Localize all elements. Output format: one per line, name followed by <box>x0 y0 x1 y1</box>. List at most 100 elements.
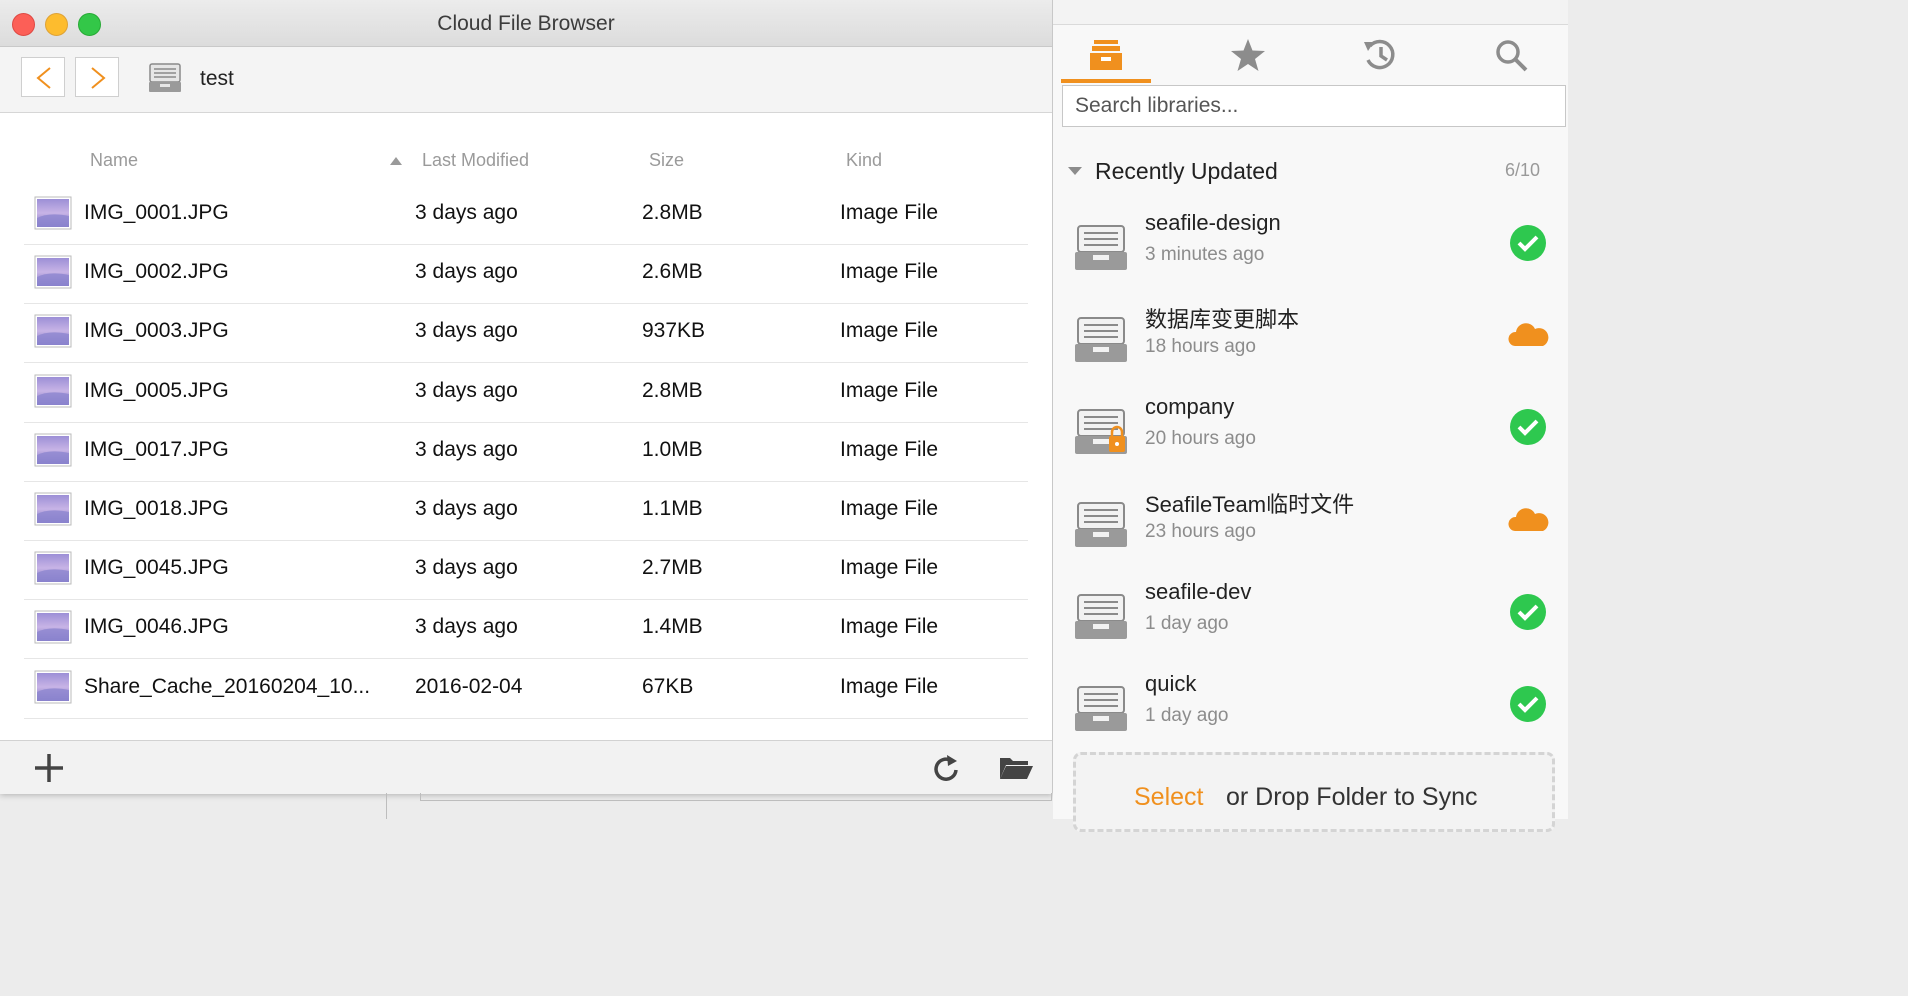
image-file-icon <box>34 433 72 467</box>
current-path: test <box>200 67 234 90</box>
file-last-modified: 3 days ago <box>415 437 518 461</box>
history-icon <box>1364 39 1395 70</box>
library-name: seafile-dev <box>1145 578 1252 604</box>
file-row[interactable]: IMG_0018.JPG 3 days ago 1.1MB Image File <box>24 481 1028 541</box>
library-tab-icon <box>1090 40 1122 70</box>
search-icon <box>1496 40 1528 72</box>
file-row[interactable]: IMG_0003.JPG 3 days ago 937KB Image File <box>24 303 1028 364</box>
file-kind: Image File <box>840 556 939 580</box>
image-file-icon <box>34 492 72 526</box>
back-button[interactable] <box>21 57 65 97</box>
library-item[interactable]: SeafileTeam临时文件 23 hours ago <box>1053 479 1568 571</box>
library-item[interactable]: 数据库变更脚本 18 hours ago <box>1053 294 1568 386</box>
background-window-edge <box>386 793 387 819</box>
image-file-icon <box>34 551 72 585</box>
column-size[interactable]: Size <box>649 150 684 171</box>
library-icon <box>1075 686 1127 731</box>
file-last-modified: 3 days ago <box>415 615 518 639</box>
library-icon <box>1075 593 1127 639</box>
search-libraries-input[interactable] <box>1062 85 1566 127</box>
star-icon <box>1231 39 1265 71</box>
file-size: 1.4MB <box>642 615 703 639</box>
file-row[interactable]: IMG_0046.JPG 3 days ago 1.4MB Image File <box>24 599 1028 660</box>
section-count: 6/10 <box>1505 160 1541 180</box>
open-folder-icon[interactable] <box>998 755 1034 781</box>
file-kind: Image File <box>840 260 939 284</box>
file-name: Share_Cache_20160204_10... <box>84 674 371 698</box>
library-updated-time: 3 minutes ago <box>1145 244 1265 265</box>
cloud-icon <box>1508 323 1549 347</box>
file-last-modified: 2016-02-04 <box>415 674 523 698</box>
cloud-icon <box>1508 507 1549 531</box>
file-name: IMG_0001.JPG <box>84 201 229 224</box>
file-kind: Image File <box>840 615 939 639</box>
file-size: 2.6MB <box>642 260 703 284</box>
background-window-edge <box>420 793 1052 801</box>
file-kind: Image File <box>840 497 939 520</box>
image-file-icon <box>34 255 72 289</box>
file-name: IMG_0045.JPG <box>84 556 229 580</box>
library-icon <box>149 63 181 92</box>
column-name[interactable]: Name <box>90 150 138 171</box>
collapse-arrow-icon[interactable] <box>1067 166 1083 176</box>
libraries-panel: Recently Updated 6/10 seafile-design 3 mi… <box>1053 0 1568 832</box>
forward-button[interactable] <box>75 57 119 97</box>
file-row[interactable]: IMG_0017.JPG 3 days ago 1.0MB Image File <box>24 422 1028 482</box>
file-row[interactable]: IMG_0001.JPG 3 days ago 2.8MB Image File <box>24 185 1028 245</box>
library-name: quick <box>1145 671 1197 696</box>
file-last-modified: 3 days ago <box>415 556 518 580</box>
file-name: IMG_0005.JPG <box>84 378 229 402</box>
library-item[interactable]: quick 1 day ago <box>1053 663 1568 755</box>
tab-activity[interactable] <box>1335 34 1425 82</box>
section-title[interactable]: Recently Updated <box>1095 158 1278 185</box>
file-last-modified: 3 days ago <box>415 319 518 343</box>
file-kind: Image File <box>840 319 939 343</box>
column-last-modified[interactable]: Last Modified <box>422 150 529 171</box>
library-icon <box>1075 317 1127 363</box>
file-kind: Image File <box>840 201 939 224</box>
file-size: 1.1MB <box>642 497 703 520</box>
file-kind: Image File <box>840 437 939 461</box>
cloud-file-browser-window: Cloud File Browser test Name Last Modifi… <box>0 0 1053 794</box>
library-updated-time: 1 day ago <box>1145 705 1229 726</box>
synced-check-icon <box>1510 409 1546 446</box>
tab-starred[interactable] <box>1203 34 1293 82</box>
panel-top-strip <box>1053 0 1568 25</box>
column-kind[interactable]: Kind <box>846 150 882 171</box>
file-last-modified: 3 days ago <box>415 260 518 284</box>
file-size: 2.8MB <box>642 378 703 402</box>
bottom-bar <box>0 740 1052 794</box>
drop-folder-zone[interactable]: Select or Drop Folder to Sync <box>1073 752 1555 832</box>
library-updated-time: 23 hours ago <box>1145 520 1256 542</box>
refresh-icon[interactable] <box>930 753 962 785</box>
synced-check-icon <box>1510 593 1546 630</box>
file-last-modified: 3 days ago <box>415 497 518 520</box>
add-icon[interactable] <box>32 751 66 785</box>
forward-arrow-icon <box>91 67 106 89</box>
synced-check-icon <box>1510 225 1546 261</box>
file-row[interactable]: Share_Cache_20160204_10... 2016-02-04 67KB… <box>24 659 1028 719</box>
title-bar: Cloud File Browser <box>0 0 1052 47</box>
image-file-icon <box>34 610 72 644</box>
library-item[interactable]: seafile-design 3 minutes ago <box>1053 202 1568 294</box>
image-file-icon <box>34 196 72 230</box>
window-title: Cloud File Browser <box>437 12 615 35</box>
file-row[interactable]: IMG_0002.JPG 3 days ago 2.6MB Image File <box>24 244 1028 305</box>
file-name: IMG_0046.JPG <box>84 615 229 639</box>
file-row[interactable]: IMG_0045.JPG 3 days ago 2.7MB Image File <box>24 540 1028 601</box>
file-size: 2.8MB <box>642 201 703 224</box>
library-name: company <box>1145 394 1235 420</box>
file-row[interactable]: IMG_0005.JPG 3 days ago 2.8MB Image File <box>24 363 1028 423</box>
library-icon <box>1075 225 1127 270</box>
sort-ascending-icon[interactable] <box>389 156 403 166</box>
image-file-icon <box>34 314 72 348</box>
file-size: 937KB <box>642 319 706 343</box>
tab-search[interactable] <box>1467 34 1557 82</box>
select-folder-link[interactable]: Select <box>1134 783 1203 812</box>
library-name: SeafileTeam临时文件 <box>1145 491 1355 517</box>
library-item[interactable]: company 20 hours ago <box>1053 386 1568 478</box>
file-last-modified: 3 days ago <box>415 201 518 224</box>
library-item[interactable]: seafile-dev 1 day ago <box>1053 571 1568 663</box>
file-name: IMG_0017.JPG <box>84 437 229 461</box>
tab-libraries[interactable] <box>1061 34 1151 83</box>
